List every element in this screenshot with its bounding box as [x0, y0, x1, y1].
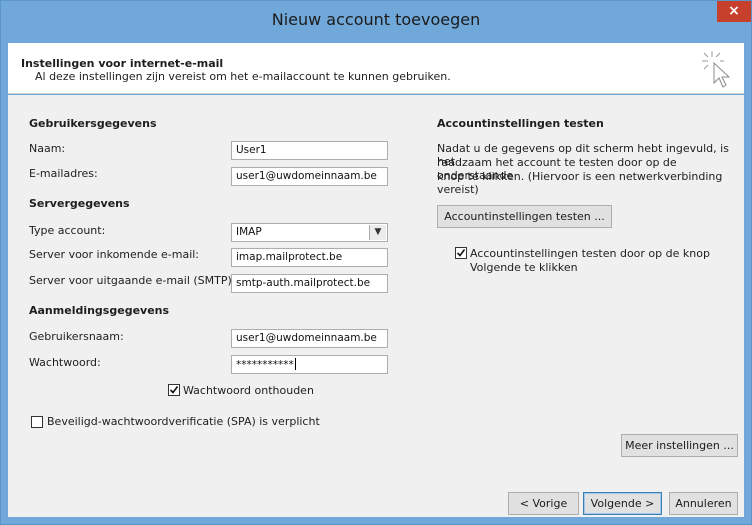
account-type-value: IMAP: [236, 226, 262, 238]
username-field[interactable]: user1@uwdomeinnaam.be: [231, 329, 388, 348]
header-panel: Instellingen voor internet-e-mail Al dez…: [8, 43, 744, 94]
chevron-down-icon[interactable]: ▼: [369, 225, 386, 240]
account-type-label: Type account:: [29, 224, 106, 237]
content-panel: Gebruikersgegevens Naam: User1 E-mailadr…: [8, 95, 744, 517]
auto-test-label-line2[interactable]: Volgende te klikken: [470, 261, 578, 274]
auto-test-checkbox[interactable]: [455, 247, 467, 259]
account-type-select[interactable]: IMAP ▼: [231, 223, 388, 242]
close-button[interactable]: ×: [717, 1, 751, 22]
name-field[interactable]: User1: [231, 141, 388, 160]
spa-checkbox[interactable]: [31, 416, 43, 428]
user-info-heading: Gebruikersgegevens: [29, 117, 157, 130]
login-info-heading: Aanmeldingsgegevens: [29, 304, 170, 317]
title-bar: Nieuw account toevoegen ×: [1, 1, 751, 41]
header-subtitle: Al deze instellingen zijn vereist om het…: [35, 70, 451, 83]
back-button[interactable]: < Vorige: [508, 492, 579, 515]
close-icon: ×: [728, 3, 740, 19]
next-button[interactable]: Volgende >: [583, 492, 662, 515]
auto-test-label-line1[interactable]: Accountinstellingen testen door op de kn…: [470, 247, 710, 260]
test-description-line3: knop te klikken. (Hiervoor is een netwer…: [437, 170, 723, 196]
username-label: Gebruikersnaam:: [29, 330, 124, 343]
remember-password-checkbox[interactable]: [168, 384, 180, 396]
spa-label[interactable]: Beveiligd-wachtwoordverificatie (SPA) is…: [47, 415, 320, 428]
checkmark-icon: [169, 386, 179, 394]
incoming-server-field[interactable]: imap.mailprotect.be: [231, 248, 388, 267]
remember-password-label[interactable]: Wachtwoord onthouden: [183, 384, 314, 397]
server-info-heading: Servergegevens: [29, 197, 130, 210]
email-label: E-mailadres:: [29, 167, 98, 180]
more-settings-button[interactable]: Meer instellingen ...: [621, 434, 738, 457]
dialog-window: Nieuw account toevoegen × Instellingen v…: [0, 0, 752, 525]
password-label: Wachtwoord:: [29, 356, 101, 369]
cancel-button[interactable]: Annuleren: [669, 492, 738, 515]
header-title: Instellingen voor internet-e-mail: [21, 57, 224, 70]
window-title: Nieuw account toevoegen: [271, 10, 481, 29]
password-field[interactable]: ***********: [231, 355, 388, 374]
checkmark-icon: [456, 249, 466, 257]
test-account-button[interactable]: Accountinstellingen testen ...: [437, 205, 612, 228]
name-label: Naam:: [29, 142, 66, 155]
outgoing-server-field[interactable]: smtp-auth.mailprotect.be: [231, 274, 388, 293]
text-caret: [294, 358, 296, 370]
wizard-cursor-icon: [702, 51, 731, 88]
email-field[interactable]: user1@uwdomeinnaam.be: [231, 167, 388, 186]
test-heading: Accountinstellingen testen: [437, 117, 604, 130]
password-value: ***********: [236, 359, 294, 371]
incoming-server-label: Server voor inkomende e-mail:: [29, 248, 200, 261]
outgoing-server-label: Server voor uitgaande e-mail (SMTP):: [29, 274, 236, 287]
